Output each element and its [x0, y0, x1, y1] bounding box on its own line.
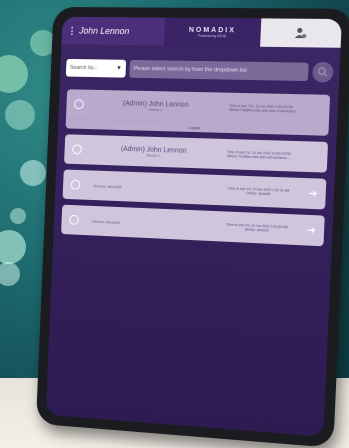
- session-card[interactable]: Device: deviceA Time of use: Fri, 24 Jun…: [61, 204, 325, 247]
- bokeh-light: [10, 208, 26, 224]
- bokeh-light: [0, 55, 28, 93]
- session-card[interactable]: Device: deviceB Time of use: Fri, 24 Jun…: [62, 169, 327, 210]
- search-button[interactable]: [311, 61, 334, 83]
- device-icon: [72, 144, 83, 155]
- device-icon: [69, 214, 80, 225]
- chevron-down-icon: ▼: [116, 65, 123, 72]
- logo-subtitle: Powered by ATHE: [197, 33, 227, 38]
- brand-logo: NOMADIX Powered by ATHE: [164, 17, 261, 47]
- search-by-label: Search by...: [69, 64, 98, 72]
- bokeh-light: [5, 100, 35, 130]
- session-card[interactable]: (Admin) John Lennon Device 1 Time of use…: [64, 134, 329, 173]
- search-icon: [317, 67, 328, 77]
- search-by-select[interactable]: Search by... ▼: [65, 58, 127, 78]
- menu-dots-icon[interactable]: ⋮: [68, 25, 77, 36]
- top-bar: ⋮ John Lennon NOMADIX Powered by ATHE: [61, 16, 342, 48]
- search-row: Search by... ▼: [60, 44, 341, 89]
- device-icon: [70, 179, 81, 190]
- bokeh-light: [0, 262, 20, 286]
- bokeh-light: [0, 230, 26, 264]
- user-menu[interactable]: ⋮ John Lennon: [61, 16, 166, 46]
- session-name: Device: deviceB: [93, 182, 122, 189]
- user-name: John Lennon: [79, 25, 130, 37]
- session-detail: Where: Facilities web and room Conferenc…: [228, 107, 297, 114]
- tablet-device: ⋮ John Lennon NOMADIX Powered by ATHE Se…: [35, 6, 349, 448]
- session-card[interactable]: (Admin) John Lennon Device 1 Time of use…: [65, 89, 331, 136]
- device-icon: [73, 99, 84, 110]
- session-name: Device: deviceA: [92, 218, 120, 225]
- tablet-screen: ⋮ John Lennon NOMADIX Powered by ATHE Se…: [45, 16, 342, 437]
- profile-button[interactable]: [259, 18, 342, 48]
- arrow-right-icon[interactable]: ➔: [308, 188, 317, 200]
- search-input[interactable]: [129, 59, 309, 82]
- bokeh-light: [20, 160, 46, 186]
- user-settings-icon: [294, 27, 307, 39]
- arrow-right-icon[interactable]: ➔: [307, 225, 316, 237]
